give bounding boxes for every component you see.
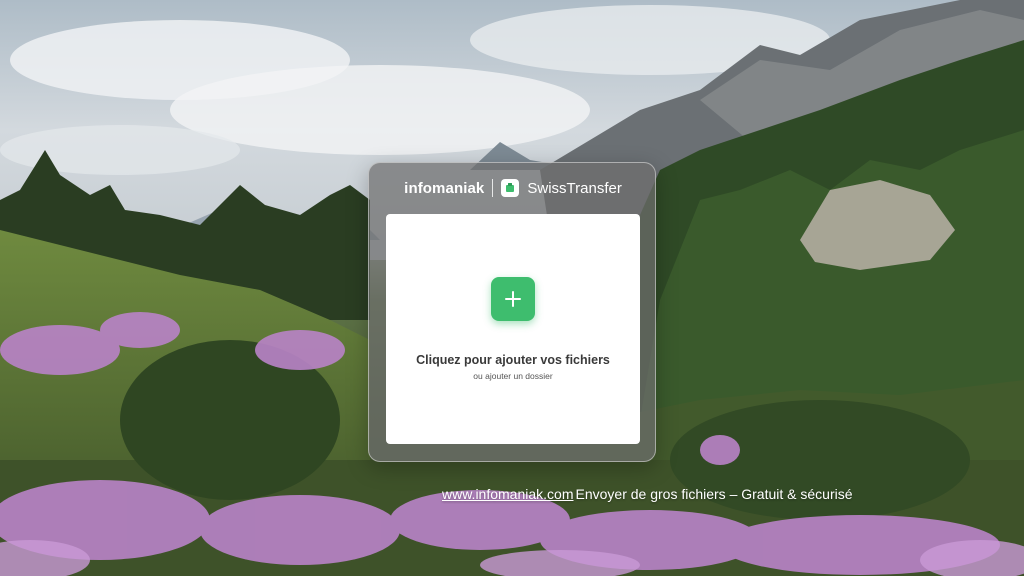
dropzone-subtitle-prefix: ou (473, 371, 483, 381)
dropzone-subtitle: ou ajouter un dossier (386, 371, 640, 381)
file-dropzone[interactable]: Cliquez pour ajouter vos fichiers ou ajo… (386, 214, 640, 444)
dropzone-title[interactable]: Cliquez pour ajouter vos fichiers (386, 353, 640, 367)
footer: www.infomaniak.com Envoyer de gros fichi… (442, 486, 853, 502)
footer-tagline: Envoyer de gros fichiers – Gratuit & séc… (575, 486, 853, 502)
brand-divider (492, 179, 494, 197)
swisstransfer-logo-text[interactable]: SwissTransfer (527, 180, 621, 197)
swisstransfer-logo-icon (501, 179, 520, 197)
infomaniak-website-link[interactable]: www.infomaniak.com (442, 486, 574, 502)
add-folder-link[interactable]: ajouter un dossier (485, 371, 553, 381)
plus-icon (505, 291, 521, 307)
infomaniak-logo-text[interactable]: infomaniak (404, 180, 484, 197)
add-files-button[interactable] (491, 277, 535, 321)
brand-header: infomaniak SwissTransfer (369, 163, 657, 213)
background-scene: infomaniak SwissTransfer Cliquez pour aj… (0, 0, 1024, 576)
transfer-card: infomaniak SwissTransfer Cliquez pour aj… (368, 162, 656, 462)
